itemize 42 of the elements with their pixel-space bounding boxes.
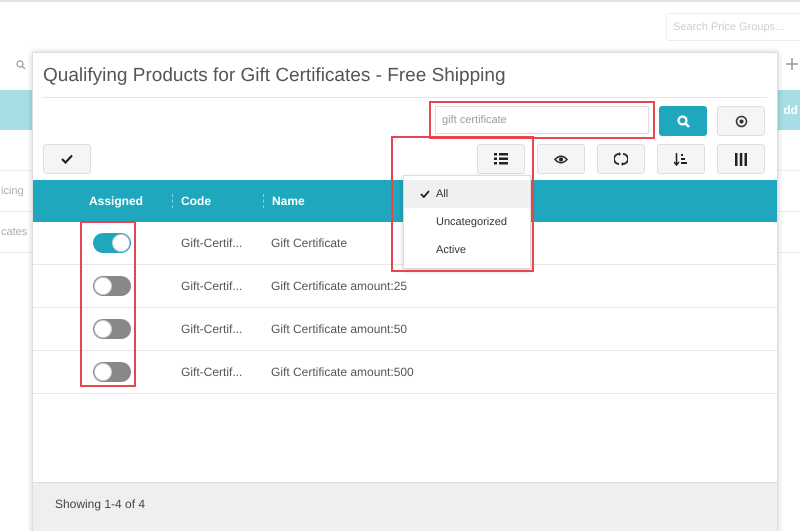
columns-icon (734, 152, 748, 166)
target-button[interactable] (717, 106, 765, 136)
toggle-switch[interactable] (93, 319, 131, 339)
table-cell: Gift Certificate amount:25 (271, 279, 408, 293)
table-cell: Gift-Certif... (181, 236, 242, 250)
table-cell: Gift Certificate amount:500 (271, 365, 414, 379)
refresh-button[interactable] (597, 144, 645, 174)
search-icon (16, 60, 26, 70)
refresh-icon (614, 152, 628, 166)
sort-button[interactable] (657, 144, 705, 174)
pagination-info: Showing 1-4 of 4 (55, 497, 146, 511)
toggle-switch[interactable] (93, 233, 131, 253)
table-cell: Gift-Certif... (181, 279, 242, 293)
checkmark-icon (420, 190, 430, 198)
column-header[interactable]: Assigned (33, 194, 173, 208)
columns-button[interactable] (717, 144, 765, 174)
search-field[interactable]: gift certificate (435, 106, 649, 134)
target-icon (734, 114, 748, 128)
dialog-title: Qualifying Products for Gift Certificates - Free Shipping (43, 65, 767, 98)
menu-item[interactable]: Uncategorized (404, 208, 530, 236)
checkmark-icon (61, 154, 73, 164)
list-icon (494, 153, 508, 165)
menu-item[interactable]: All (404, 180, 530, 208)
add-button[interactable]: dd (783, 103, 798, 117)
table-cell: Gift Certificate (271, 236, 348, 250)
plus-icon[interactable] (786, 58, 798, 70)
eye-icon (554, 154, 568, 164)
checkmark-button[interactable] (43, 144, 91, 174)
table-cell: icing (1, 185, 24, 197)
toggle-switch[interactable] (93, 276, 131, 296)
table-cell: cates (1, 226, 28, 238)
table-cell: Gift-Certif... (181, 322, 242, 336)
sort-icon (674, 152, 688, 166)
table-cell: Gift Certificate amount:50 (271, 322, 408, 336)
menu-item[interactable]: Active (404, 236, 530, 264)
table-cell: Gift-Certif... (181, 365, 242, 379)
list-button[interactable] (477, 144, 525, 174)
search-icon (676, 114, 690, 128)
toggle-switch[interactable] (93, 362, 131, 382)
search-button[interactable] (659, 106, 707, 136)
column-header[interactable]: Code (173, 194, 263, 208)
eye-button[interactable] (537, 144, 585, 174)
